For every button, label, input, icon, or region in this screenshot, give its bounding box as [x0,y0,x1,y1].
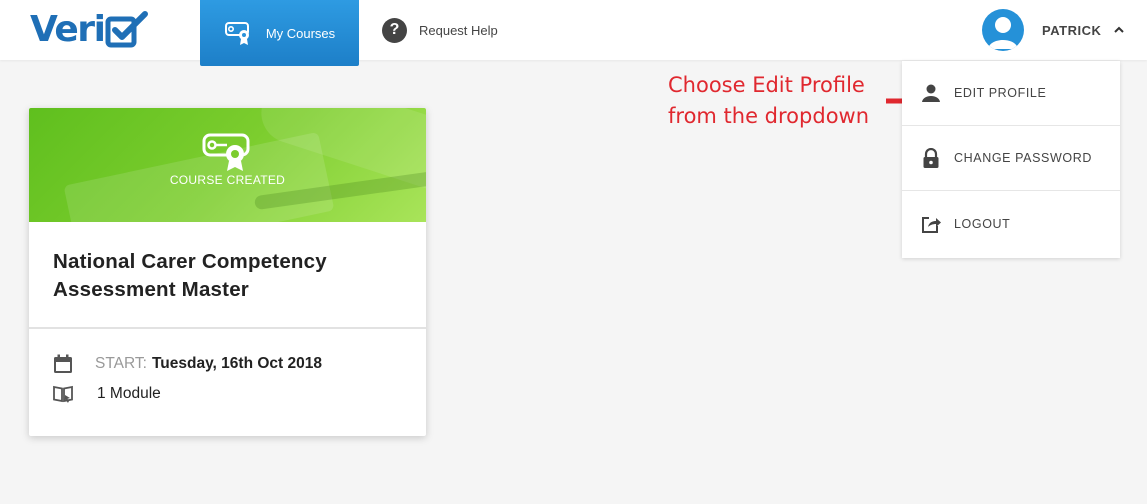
top-header: Veri My Courses ? Request Help PATRICK [0,0,1147,66]
module-count: 1 Module [97,385,161,402]
avatar [982,9,1024,51]
course-banner: COURSE CREATED [29,108,426,222]
start-date: Tuesday, 16th Oct 2018 [151,355,322,372]
menu-item-label: CHANGE PASSWORD [954,151,1092,165]
user-avatar-icon [988,17,1018,49]
certificate-icon [202,133,250,171]
instruction-annotation: Choose Edit Profile from the dropdown [668,73,870,128]
start-label: START: [95,355,147,372]
course-status-label: COURSE CREATED [169,173,286,187]
course-start-row: START: Tuesday, 16th Oct 2018 [53,349,402,379]
menu-item-label: LOGOUT [954,216,1011,231]
menu-item-label: EDIT PROFILE [954,86,1047,100]
course-modules-row: 1 Module [53,379,402,409]
user-menu-toggle[interactable]: PATRICK [982,9,1125,51]
nav-my-courses-label: My Courses [265,25,336,41]
menu-item-logout[interactable]: LOGOUT [902,191,1120,256]
book-icon [53,385,73,403]
calendar-icon [54,354,72,373]
logo-text: Veri [30,9,106,50]
certificate-icon [224,22,249,45]
question-icon: ? [382,17,407,43]
logout-icon [920,213,942,235]
veri-logo[interactable]: Veri [30,10,149,50]
user-icon [920,82,942,104]
nav-request-help-label: Request Help [419,22,498,38]
course-card[interactable]: COURSE CREATED National Carer Competency… [29,108,426,436]
course-title[interactable]: National Carer Competency Assessment Mas… [29,222,426,304]
lock-icon [920,147,942,169]
chevron-up-icon [1114,26,1125,33]
nav-request-help[interactable]: ? Request Help [382,17,498,43]
menu-item-edit-profile[interactable]: EDIT PROFILE [902,61,1120,126]
logo-checkbox-icon [105,11,149,48]
menu-item-change-password[interactable]: CHANGE PASSWORD [902,126,1120,191]
nav-my-courses[interactable]: My Courses [200,0,359,66]
user-name: PATRICK [1042,22,1102,38]
user-dropdown-menu: EDIT PROFILE CHANGE PASSWORD LOGOUT [902,61,1120,258]
